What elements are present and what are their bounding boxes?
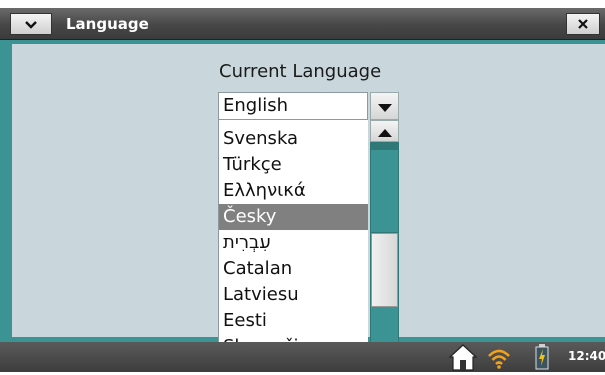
chevron-down-icon [24,15,38,34]
home-icon[interactable] [448,343,478,371]
language-option[interactable]: Česky [219,204,368,230]
current-language-heading: Current Language [219,61,382,82]
language-option[interactable]: Eesti [219,308,368,334]
scrollbar-track-lower[interactable] [371,307,398,343]
language-select-value: English [223,95,288,116]
scrollbar-thumb[interactable] [371,233,398,307]
language-option[interactable]: עִבְרִית [219,230,368,256]
language-option[interactable]: Catalan [219,256,368,282]
scroll-up-button[interactable] [370,120,399,142]
language-option[interactable]: Latviesu [219,282,368,308]
language-select-toggle[interactable] [370,92,399,120]
battery-icon[interactable] [535,344,549,370]
taskbar [0,342,605,372]
language-select[interactable]: English [218,92,368,120]
window-title: Language [66,15,149,33]
top-strip [0,0,605,8]
language-option[interactable]: Türkçe [219,152,368,178]
title-bar: Language [0,8,605,40]
triangle-up-icon [377,122,392,141]
triangle-down-icon [377,97,392,116]
wifi-icon[interactable] [486,346,512,370]
language-dropdown-list: Svenska Türkçe Ελληνικά Česky עִבְרִית Catala… [218,120,368,372]
clock: 12:40 [568,349,605,363]
language-option[interactable]: Ελληνικά [219,178,368,204]
window-menu-button[interactable] [10,13,52,35]
language-option[interactable]: Svenska [219,126,368,152]
scrollbar-track-upper[interactable] [371,150,398,232]
close-button[interactable] [566,13,600,35]
close-icon [577,15,589,34]
